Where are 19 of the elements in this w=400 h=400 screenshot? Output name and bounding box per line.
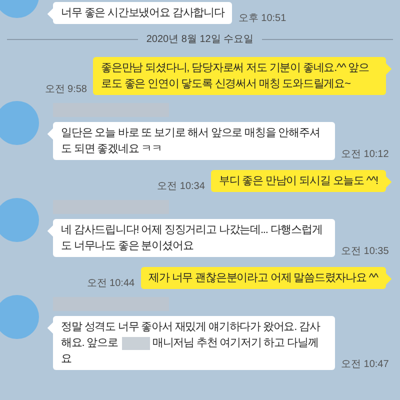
message-bubble: 좋은만남 되셨다니, 담당자로써 저도 기분이 좋네요.^^ 앞으로도 좋은 인연이 닿도록 신경써서 매칭 도와드릴게요~ xyxy=(93,57,386,95)
timestamp: 오전 10:47 xyxy=(341,358,389,372)
avatar[interactable] xyxy=(0,295,39,339)
avatar[interactable] xyxy=(0,198,39,242)
message-bubble: 제가 너무 괜찮은분이라고 어제 말씀드렸자나요 ^^ xyxy=(140,267,386,289)
message-bubble: 정말 성격도 너무 좋아서 재밌게 얘기하다가 왔어요. 감사해요. 앞으로 매니저님 추천 여기저기 하고 다닐께요 xyxy=(53,316,335,370)
message-bubble: 일단은 오늘 바로 또 보기로 해서 앞으로 매칭을 안해주셔도 되면 좋겠네요 ㅋㅋ xyxy=(53,122,335,160)
timestamp: 오전 9:58 xyxy=(44,83,87,97)
message-bubble: 네 감사드립니다! 어제 징징거리고 나갔는데... 다행스럽게도 너무나도 좋은 분이셨어요 xyxy=(53,219,335,257)
timestamp: 오전 10:35 xyxy=(341,245,389,259)
timestamp: 오전 10:44 xyxy=(86,277,135,291)
timestamp: 오후 10:51 xyxy=(238,12,286,26)
avatar[interactable] xyxy=(0,101,39,145)
redacted-text xyxy=(122,336,150,350)
timestamp: 오전 10:34 xyxy=(157,180,205,194)
date-divider: 2020년 8월 12일 수요일 xyxy=(145,33,255,47)
message-bubble: 부디 좋은 만남이 되시길 오늘도 ^^! xyxy=(210,170,386,192)
timestamp: 오전 10:12 xyxy=(341,148,389,162)
message-bubble: 너무 좋은 시간보냈어요 감사합니다 xyxy=(53,2,232,24)
